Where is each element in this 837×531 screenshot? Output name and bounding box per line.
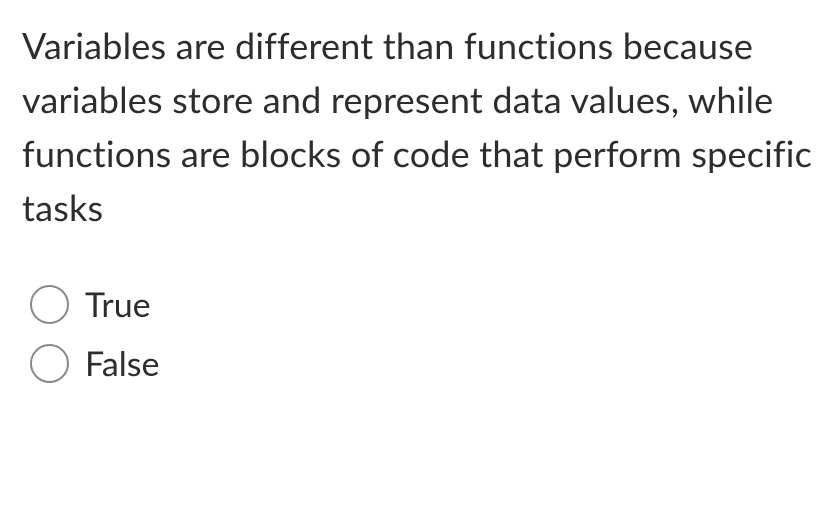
option-label: True (85, 284, 151, 325)
radio-icon (30, 344, 69, 383)
options-group: True False (22, 284, 815, 384)
question-text: Variables are different than functions b… (22, 18, 815, 234)
option-false[interactable]: False (30, 343, 815, 384)
option-label: False (85, 343, 159, 384)
option-true[interactable]: True (30, 284, 815, 325)
radio-icon (30, 285, 69, 324)
